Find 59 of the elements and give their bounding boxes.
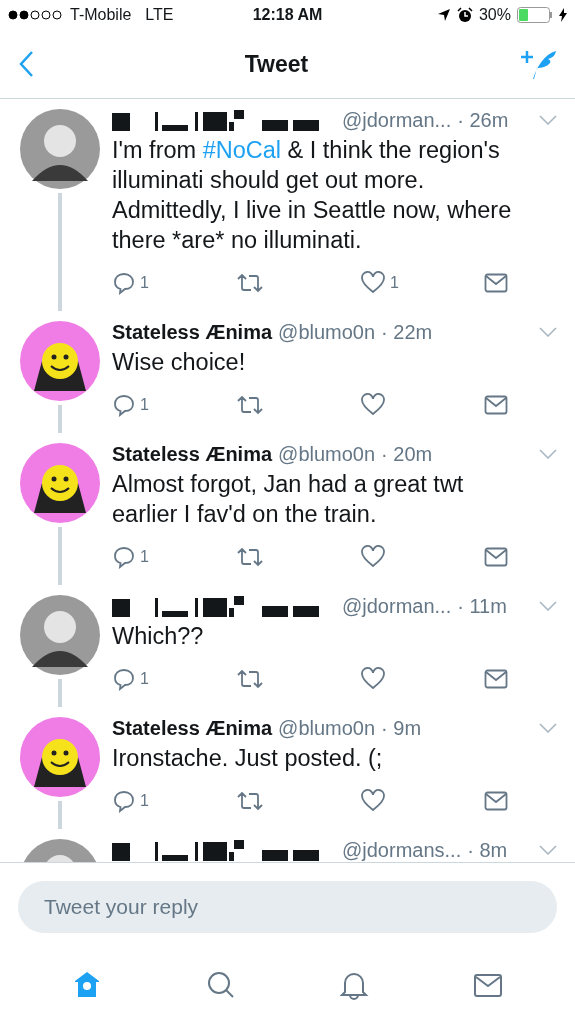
message-icon[interactable] [484,669,508,689]
message-icon[interactable] [484,547,508,567]
retweet-icon[interactable] [236,272,264,294]
compose-icon[interactable] [519,48,557,80]
tweet-time: · 22m [381,320,433,344]
reply-count: 1 [140,396,149,414]
user-handle: @blumo0n [278,442,376,466]
reply-icon[interactable] [112,271,136,295]
tweet-time: · 11m [457,594,507,618]
message-icon[interactable] [484,395,508,415]
heart-icon[interactable] [360,789,386,813]
like-count: 1 [390,274,399,292]
reply-icon[interactable] [112,667,136,691]
alarm-icon [456,7,473,23]
heart-icon[interactable] [360,545,386,569]
reply-count: 1 [140,670,149,688]
reply-icon[interactable] [112,789,136,813]
tweet-time: · 26m [457,108,509,132]
user-handle: @jdorman... [342,108,452,132]
reply-count: 1 [140,548,149,566]
reply-count: 1 [140,792,149,810]
location-icon [436,8,451,22]
back-icon[interactable] [18,50,34,78]
reply-icon[interactable] [112,393,136,417]
clock: 12:18 AM [252,6,323,24]
tweet-text: Ironstache. Just posted. (; [112,744,384,773]
retweet-icon[interactable] [236,394,264,416]
user-handle: @jdorman... [342,594,452,618]
reply-field[interactable]: Tweet your reply [18,881,557,933]
user-handle: @jdormans... [342,838,462,862]
heart-icon[interactable] [360,667,386,691]
retweet-icon[interactable] [236,668,264,690]
tweet-text: Almost forgot, Jan had a great twt earlier I fav'd on the train. [112,470,465,529]
tweet-text: I'm from #NoCal & I think the region's illuminati should get out more. Admittedly, I live in Seattle now, where there *are* no illuminati. [112,136,513,255]
carrier-name: T-Mobile [70,6,132,24]
page-title: Tweet [244,50,309,78]
reply-count: 1 [140,274,149,292]
heart-icon[interactable] [360,271,386,295]
battery-icon [517,7,553,23]
author-name[interactable]: Stateless Ænima [112,716,273,740]
tweet-time: · 9m [381,716,422,740]
battery-percent: 30% [478,6,511,24]
heart-icon[interactable] [360,393,386,417]
charging-icon [559,8,567,22]
network-type: LTE [145,6,174,24]
user-handle: @blumo0n [278,320,376,344]
tweet-text: Wise choice! [112,348,247,377]
tweet-time: · 8m [467,838,508,862]
retweet-icon[interactable] [236,790,264,812]
tweet-text: Which?? [112,622,205,651]
author-name[interactable]: Stateless Ænima [112,320,273,344]
message-icon[interactable] [484,791,508,811]
user-handle: @blumo0n [278,716,376,740]
message-icon[interactable] [484,273,508,293]
tweet-time: · 20m [381,442,433,466]
reply-icon[interactable] [112,545,136,569]
retweet-icon[interactable] [236,546,264,568]
author-name[interactable]: Stateless Ænima [112,442,273,466]
signal-icon [8,10,64,20]
